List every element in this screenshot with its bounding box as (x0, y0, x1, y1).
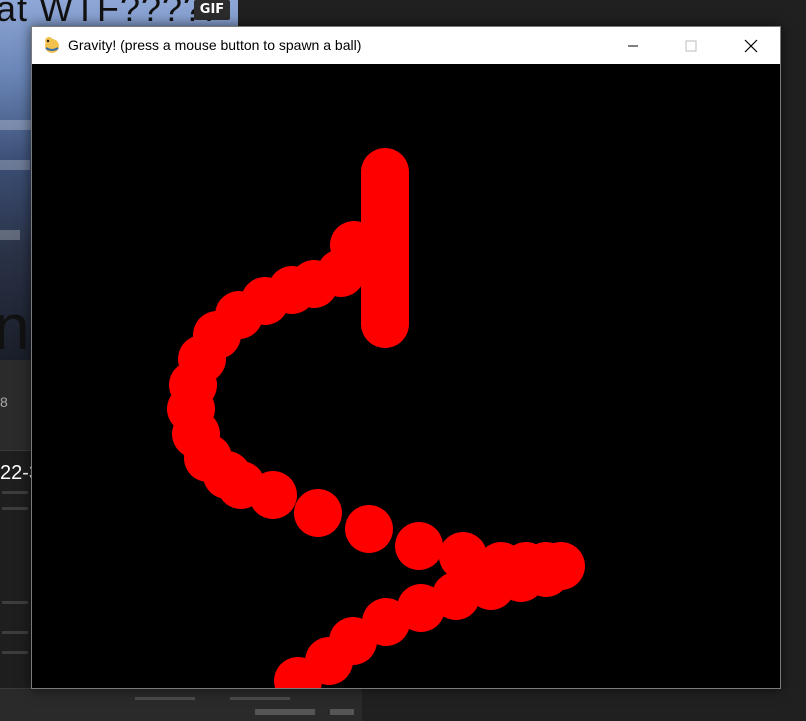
obs-row (2, 601, 28, 604)
ball (345, 505, 393, 553)
ball (249, 471, 297, 519)
background-number: 8 (0, 394, 8, 410)
gif-badge: GIF (194, 0, 230, 20)
status-bar-item (330, 709, 354, 715)
close-icon (744, 39, 758, 52)
thumbnail-streak (0, 160, 30, 170)
minimize-button[interactable] (610, 27, 656, 64)
background-status-bar (0, 688, 362, 721)
ball (294, 489, 342, 537)
game-canvas[interactable] (32, 64, 780, 688)
obs-row (2, 651, 28, 654)
window-title: Gravity! (press a mouse button to spawn … (68, 37, 362, 53)
thumbnail-streak (0, 230, 20, 240)
ball (395, 522, 443, 570)
status-bar-item (230, 697, 290, 700)
python-icon (42, 35, 62, 55)
maximize-icon (685, 40, 697, 51)
obs-row (2, 507, 28, 510)
title-bar[interactable]: Gravity! (press a mouse button to spawn … (32, 27, 780, 64)
close-button[interactable] (728, 27, 774, 64)
obs-row (2, 631, 28, 634)
status-bar-item (135, 697, 195, 700)
ball-trail (167, 148, 585, 688)
obs-row (2, 491, 28, 494)
minimize-icon (628, 45, 638, 46)
game-window: Gravity! (press a mouse button to spawn … (31, 26, 781, 689)
status-bar-item (255, 709, 315, 715)
background-obs-window (0, 450, 32, 701)
maximize-button[interactable] (668, 27, 714, 64)
